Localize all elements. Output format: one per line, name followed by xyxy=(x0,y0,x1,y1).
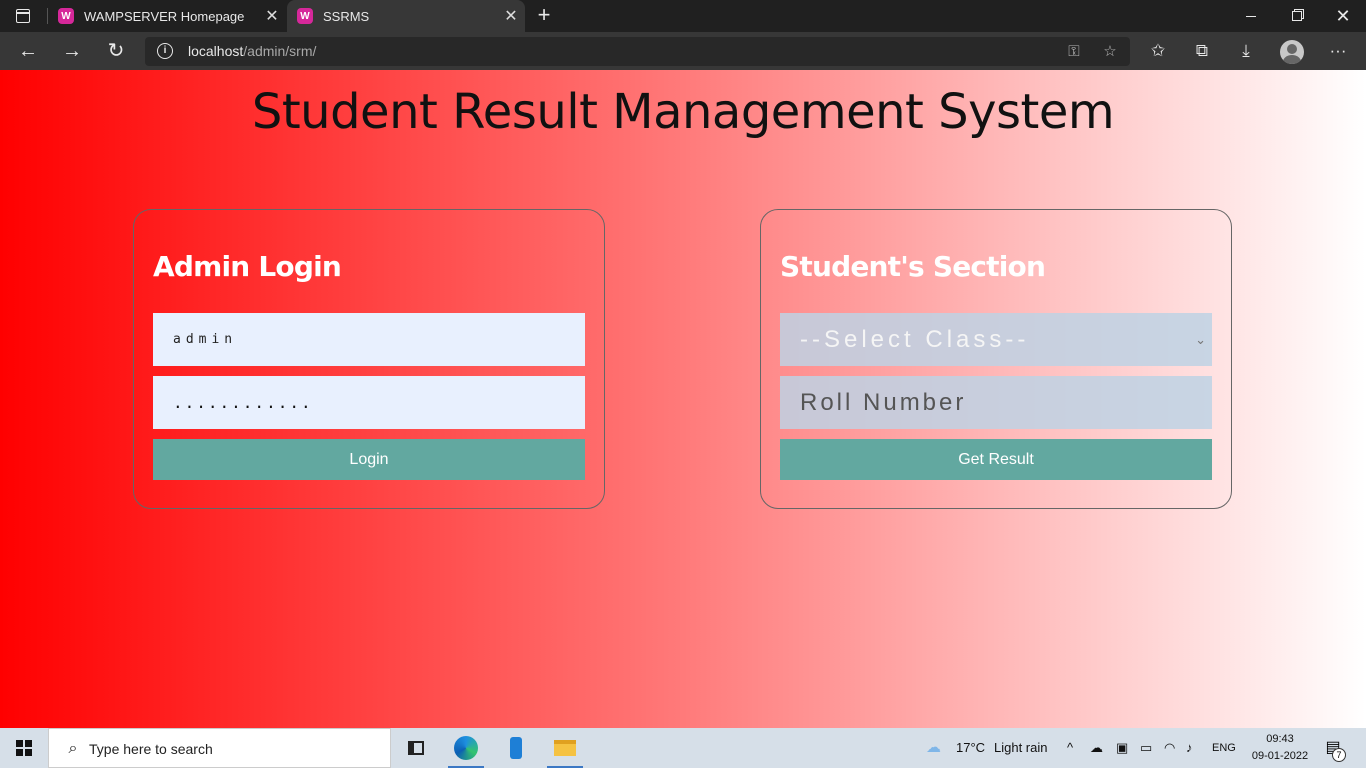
task-view-button[interactable] xyxy=(394,728,438,768)
admin-login-card: Admin Login admin ............ Login xyxy=(133,209,605,509)
roll-number-field[interactable]: Roll Number xyxy=(780,376,1212,429)
url-host: localhost xyxy=(188,43,244,59)
minimize-icon[interactable] xyxy=(1228,0,1274,32)
clock[interactable]: 09:43 09-01-2022 xyxy=(1250,731,1310,765)
tab-wampserver[interactable]: W WAMPSERVER Homepage ✕ xyxy=(48,0,286,32)
refresh-icon[interactable]: ↻ xyxy=(102,37,130,65)
window-close-icon[interactable]: ✕ xyxy=(1320,0,1366,32)
windows-logo-icon xyxy=(16,740,32,756)
volume-icon[interactable]: ♪ xyxy=(1186,728,1193,768)
favorites-icon[interactable]: ✩ xyxy=(1144,37,1172,65)
url-text[interactable]: localhost/admin/srm/ xyxy=(188,43,316,59)
folder-icon xyxy=(554,740,576,756)
taskbar-search-box[interactable]: ⌕ Type here to search xyxy=(48,728,391,768)
task-view-icon xyxy=(408,741,424,755)
info-icon[interactable]: i xyxy=(157,43,173,59)
chevron-down-icon: ⌄ xyxy=(1195,332,1206,347)
battery-icon[interactable]: ▭ xyxy=(1140,728,1152,768)
login-button[interactable]: Login xyxy=(153,439,585,480)
profile-avatar-icon[interactable] xyxy=(1280,40,1304,64)
browser-tab-strip: W WAMPSERVER Homepage ✕ W SSRMS ✕ + ✕ xyxy=(0,0,1366,32)
admin-login-heading: Admin Login xyxy=(153,250,342,283)
weather-icon: ☁ xyxy=(926,739,941,756)
collections-icon[interactable]: ⧉ xyxy=(1188,37,1216,65)
download-icon[interactable]: ⤓ xyxy=(1232,37,1260,65)
password-field[interactable]: ............ xyxy=(153,376,585,429)
notification-center-icon[interactable]: ▤ 7 xyxy=(1322,738,1346,762)
address-bar[interactable]: i localhost/admin/srm/ ⚿ ☆ xyxy=(145,37,1130,66)
restore-icon[interactable] xyxy=(1274,0,1320,32)
forward-arrow-icon[interactable]: → xyxy=(58,37,86,65)
get-result-button[interactable]: Get Result xyxy=(780,439,1212,480)
username-field[interactable]: admin xyxy=(153,313,585,366)
edge-icon xyxy=(454,736,478,760)
page-title: Student Result Management System xyxy=(251,84,1115,140)
back-arrow-icon[interactable]: ← xyxy=(14,37,42,65)
page-background: Student Result Management System Admin L… xyxy=(0,70,1366,728)
class-select[interactable]: --Select Class-- ⌄ xyxy=(780,313,1212,366)
tab-ssrms[interactable]: W SSRMS ✕ xyxy=(287,0,525,32)
close-icon[interactable]: ✕ xyxy=(497,6,525,26)
onedrive-cloud-icon[interactable]: ☁ xyxy=(1090,728,1103,768)
add-favorite-star-icon[interactable]: ☆ xyxy=(1099,41,1121,63)
weather-description[interactable]: Light rain xyxy=(994,728,1047,768)
edge-taskbar-button[interactable] xyxy=(444,728,488,768)
show-hidden-icons-chevron-up-icon[interactable]: ^ xyxy=(1067,728,1073,768)
search-icon: ⌕ xyxy=(68,740,78,757)
notification-count-badge: 7 xyxy=(1332,748,1346,762)
clock-time: 09:43 xyxy=(1266,733,1294,745)
wampserver-favicon-icon: W xyxy=(58,8,74,24)
phone-icon xyxy=(510,737,522,759)
tab-label: SSRMS xyxy=(323,8,370,24)
close-icon[interactable]: ✕ xyxy=(258,6,286,26)
search-placeholder: Type here to search xyxy=(89,741,213,757)
phone-link-taskbar-button[interactable] xyxy=(494,728,538,768)
tab-actions-icon[interactable] xyxy=(8,4,38,28)
key-icon[interactable]: ⚿ xyxy=(1063,41,1085,63)
class-select-value: --Select Class-- xyxy=(800,326,1030,353)
more-menu-icon[interactable]: ··· xyxy=(1324,37,1352,65)
student-section-card: Student's Section --Select Class-- ⌄ Rol… xyxy=(760,209,1232,509)
wifi-icon[interactable]: ◠ xyxy=(1164,728,1175,768)
weather-temperature[interactable]: 17°C xyxy=(956,728,985,768)
clock-date: 09-01-2022 xyxy=(1251,750,1309,762)
wampserver-favicon-icon: W xyxy=(297,8,313,24)
meet-now-icon[interactable]: ▣ xyxy=(1116,728,1128,768)
file-explorer-taskbar-button[interactable] xyxy=(543,728,587,768)
new-tab-plus-icon[interactable]: + xyxy=(532,3,556,27)
start-button[interactable] xyxy=(0,728,48,768)
language-indicator[interactable]: ENG xyxy=(1212,728,1236,768)
windows-taskbar: ⌕ Type here to search ☁ 17°C Light rain … xyxy=(0,728,1366,768)
tab-label: WAMPSERVER Homepage xyxy=(84,8,245,24)
url-path: /admin/srm/ xyxy=(243,43,317,59)
student-section-heading: Student's Section xyxy=(780,250,1046,283)
